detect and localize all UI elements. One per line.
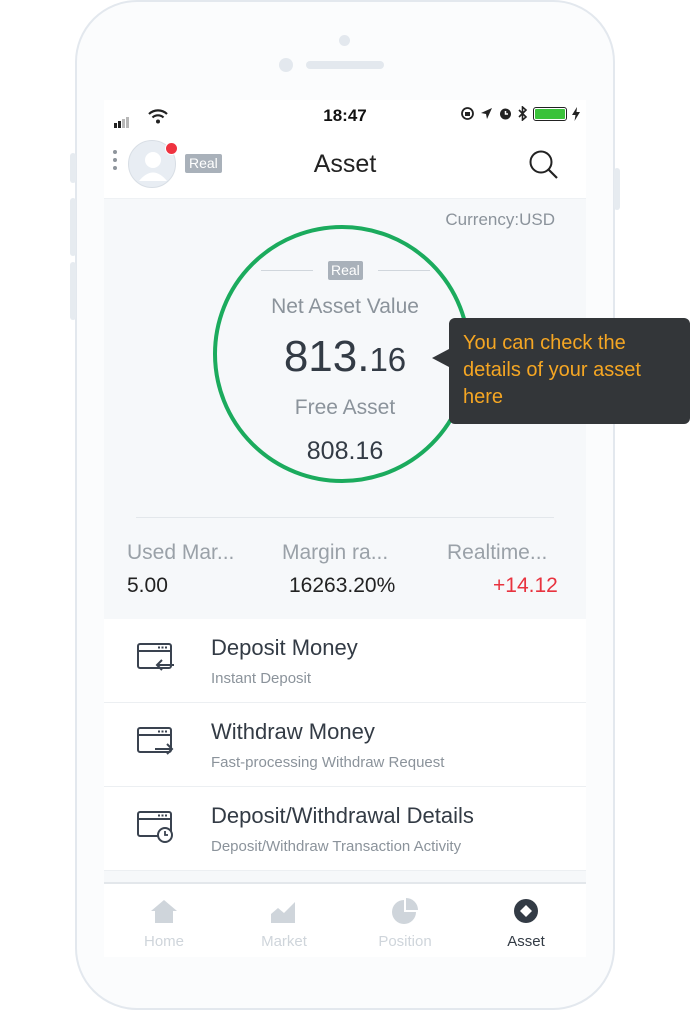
menu-title: Withdraw Money bbox=[211, 719, 375, 744]
alarm-icon bbox=[500, 108, 511, 120]
stat-margin-ratio: Margin ra... 16263.20% bbox=[282, 541, 395, 598]
badge-line-right bbox=[378, 270, 430, 271]
withdraw-icon bbox=[137, 727, 174, 755]
tab-position[interactable]: Position bbox=[345, 898, 465, 950]
menu-subtitle: Instant Deposit bbox=[211, 670, 312, 687]
free-asset-value: 808.16 bbox=[306, 437, 384, 465]
withdraw-money-item[interactable]: Withdraw Money Fast-processing Withdraw … bbox=[104, 703, 586, 787]
tab-label: Market bbox=[261, 933, 307, 950]
location-icon bbox=[481, 108, 492, 119]
search-icon[interactable] bbox=[528, 149, 560, 181]
tab-bar: Home Market Position Asset bbox=[104, 882, 586, 957]
ring-account-badge: Real bbox=[328, 261, 363, 280]
free-asset-label: Free Asset bbox=[294, 396, 396, 419]
deposit-withdrawal-details-item[interactable]: Deposit/Withdrawal Details Deposit/Withd… bbox=[104, 787, 586, 871]
tab-asset[interactable]: Asset bbox=[466, 898, 586, 950]
status-icons bbox=[460, 106, 580, 121]
home-icon bbox=[151, 900, 177, 923]
volume-down-button bbox=[70, 262, 76, 320]
nav-bar: Real Asset bbox=[104, 132, 586, 199]
currency-label: Currency:USD bbox=[445, 210, 555, 229]
asset-tooltip: You can check the details of your asset … bbox=[449, 318, 690, 424]
tab-label: Asset bbox=[507, 933, 545, 950]
menu-title: Deposit Money bbox=[211, 635, 358, 660]
stat-used-margin: Used Mar... 5.00 bbox=[127, 541, 234, 598]
charging-icon bbox=[572, 106, 580, 121]
net-asset-label: Net Asset Value bbox=[271, 295, 419, 318]
details-icon bbox=[137, 811, 173, 843]
market-icon bbox=[271, 902, 295, 923]
position-icon bbox=[392, 898, 418, 924]
asset-icon bbox=[514, 899, 538, 923]
net-asset-dec: 16 bbox=[369, 341, 407, 378]
menu-subtitle: Fast-processing Withdraw Request bbox=[211, 754, 445, 771]
menu-subtitle: Deposit/Withdraw Transaction Activity bbox=[211, 838, 462, 855]
bluetooth-icon bbox=[518, 106, 528, 121]
deposit-money-item[interactable]: Deposit Money Instant Deposit bbox=[104, 619, 586, 703]
stat-value: 5.00 bbox=[127, 574, 168, 597]
asset-menu: Deposit Money Instant Deposit Withdraw M… bbox=[104, 619, 586, 871]
mute-switch bbox=[70, 153, 76, 183]
deposit-icon bbox=[137, 643, 174, 671]
stat-label: Margin ra... bbox=[282, 541, 389, 564]
tooltip-arrow bbox=[432, 349, 449, 367]
stat-realtime: Realtime... +14.12 bbox=[447, 541, 558, 598]
badge-line-left bbox=[261, 270, 313, 271]
stat-label: Realtime... bbox=[447, 541, 548, 564]
status-bar: 18:47 bbox=[104, 100, 586, 132]
earpiece-speaker bbox=[306, 61, 384, 69]
rotation-lock-icon bbox=[461, 107, 474, 120]
tab-label: Position bbox=[378, 933, 432, 950]
battery-icon bbox=[533, 106, 567, 121]
app-screen: 18:47 Real Asset Currency:USD Real Net A… bbox=[104, 100, 586, 957]
stat-label: Used Mar... bbox=[127, 541, 235, 564]
tab-label: Home bbox=[143, 933, 184, 950]
stats-divider bbox=[136, 517, 554, 518]
stat-value: +14.12 bbox=[493, 574, 558, 597]
volume-up-button bbox=[70, 198, 76, 256]
page-title: Asset bbox=[313, 150, 377, 178]
net-asset-int: 813. bbox=[283, 332, 370, 381]
front-camera bbox=[339, 35, 350, 46]
stat-value: 16263.20% bbox=[289, 574, 396, 597]
tab-market[interactable]: Market bbox=[224, 898, 344, 950]
proximity-sensor bbox=[279, 58, 293, 72]
menu-title: Deposit/Withdrawal Details bbox=[211, 803, 474, 828]
power-button bbox=[614, 168, 620, 210]
tab-home[interactable]: Home bbox=[104, 898, 224, 950]
